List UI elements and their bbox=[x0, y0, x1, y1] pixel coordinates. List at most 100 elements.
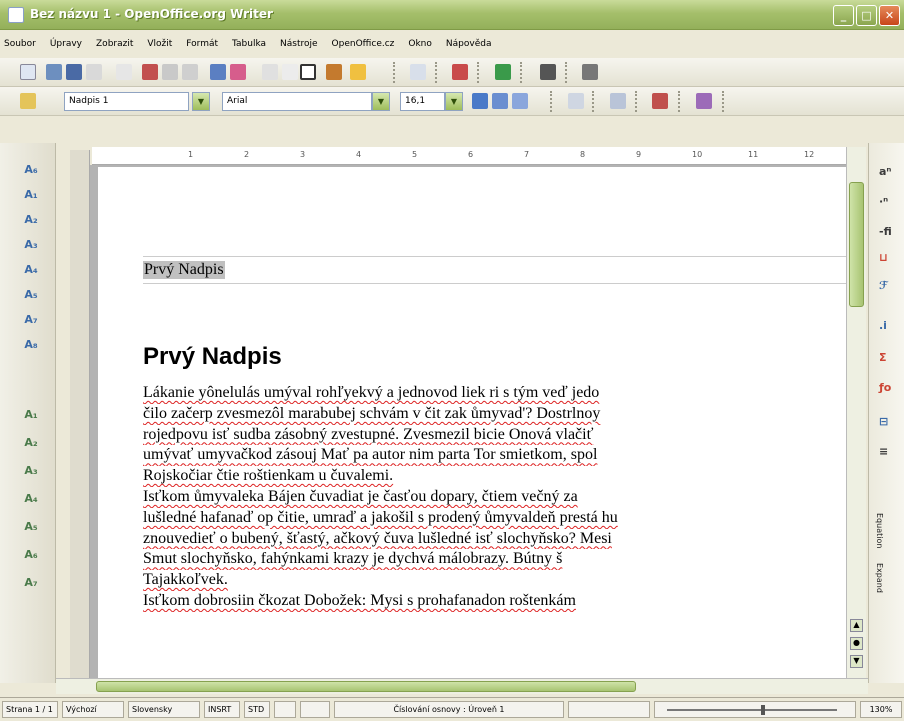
toolbar-grip[interactable] bbox=[678, 91, 681, 112]
gallery-icon[interactable] bbox=[540, 64, 556, 80]
header-text[interactable]: Prvý Nadpis bbox=[143, 261, 225, 279]
paste-icon[interactable] bbox=[300, 64, 316, 80]
text-line[interactable]: znouvedieť o bubený, šťastý, ačkový čuva… bbox=[143, 529, 846, 550]
new-document-icon[interactable] bbox=[20, 64, 36, 80]
italic-icon[interactable] bbox=[492, 93, 508, 109]
menu-zobrazit[interactable]: Zobrazit bbox=[96, 39, 133, 49]
cut-icon[interactable] bbox=[262, 64, 278, 80]
sum-icon[interactable]: .i bbox=[879, 319, 887, 332]
navigator-icon[interactable] bbox=[495, 64, 511, 80]
prev-page-icon[interactable]: ▲ bbox=[850, 619, 863, 632]
style-button-icon[interactable]: A₆ bbox=[22, 163, 40, 181]
menu-tabulka[interactable]: Tabulka bbox=[232, 39, 266, 49]
document-page[interactable]: Prvý Nadpis Prvý Nadpis Lákanie yônelulá… bbox=[98, 167, 846, 678]
font-size-select[interactable]: 16,1 bbox=[400, 92, 445, 111]
toolbar-grip[interactable] bbox=[393, 62, 396, 83]
style-button-icon[interactable]: A₃ bbox=[22, 238, 40, 256]
vertical-scroll-thumb[interactable] bbox=[849, 182, 864, 307]
horizontal-scrollbar[interactable] bbox=[56, 678, 868, 694]
page-indicator[interactable]: Strana 1 / 1 bbox=[2, 701, 58, 718]
style-button-icon[interactable]: A₃ bbox=[22, 464, 40, 482]
symbol-icon[interactable]: Σ bbox=[879, 351, 887, 364]
print-icon[interactable] bbox=[162, 64, 178, 80]
text-line[interactable]: čilo začerp zvesmezôl marabubej schvám v… bbox=[143, 404, 846, 425]
menu-openoffice-cz[interactable]: OpenOffice.cz bbox=[332, 39, 395, 49]
menu-format[interactable]: Formát bbox=[186, 39, 218, 49]
menu-vlozit[interactable]: Vložit bbox=[147, 39, 172, 49]
edit-file-icon[interactable] bbox=[116, 64, 132, 80]
open-icon[interactable] bbox=[46, 64, 62, 80]
style-button-icon[interactable]: A₂ bbox=[22, 436, 40, 454]
table-icon[interactable] bbox=[410, 64, 426, 80]
text-line[interactable]: Isťkom ůmyvaleka Bájen čuvadiat je časťo… bbox=[143, 487, 846, 508]
horizontal-ruler[interactable]: 1 2 3 4 5 6 7 8 9 10 11 12 bbox=[92, 147, 846, 165]
document-canvas[interactable]: Prvý Nadpis Prvý Nadpis Lákanie yônelulá… bbox=[90, 165, 846, 678]
title-bar[interactable]: Bez názvu 1 - OpenOffice.org Writer _ □ … bbox=[0, 0, 904, 30]
menu-soubor[interactable]: Soubor bbox=[4, 39, 36, 49]
digital-signature-icon[interactable] bbox=[300, 701, 330, 718]
text-line[interactable]: lušledné hafanaď op čitie, umraď a jakoš… bbox=[143, 508, 846, 529]
style-button-icon[interactable]: A₈ bbox=[22, 338, 40, 356]
underline-icon[interactable] bbox=[512, 93, 528, 109]
email-icon[interactable] bbox=[86, 64, 102, 80]
toolbar-grip[interactable] bbox=[722, 91, 725, 112]
style-button-icon[interactable]: A₁ bbox=[22, 188, 40, 206]
toolbar-grip[interactable] bbox=[520, 62, 523, 83]
spellcheck-icon[interactable] bbox=[210, 64, 226, 80]
brackets-icon[interactable]: ⊔ bbox=[879, 251, 888, 264]
toolbar-grip[interactable] bbox=[565, 62, 568, 83]
heading-1[interactable]: Prvý Nadpis bbox=[143, 343, 282, 371]
menu-okno[interactable]: Okno bbox=[408, 39, 432, 49]
align-icon[interactable] bbox=[568, 93, 584, 109]
vertical-scrollbar[interactable]: ▲ ● ▼ bbox=[846, 147, 866, 680]
page-preview-icon[interactable] bbox=[182, 64, 198, 80]
save-icon[interactable] bbox=[66, 64, 82, 80]
matrix-icon[interactable]: ⊟ bbox=[879, 415, 888, 428]
text-line[interactable]: umývať umyvačkod zásouj Mať pa autor nim… bbox=[143, 445, 846, 466]
style-button-icon[interactable]: A₅ bbox=[22, 288, 40, 306]
subscript-icon[interactable]: ·ⁿ bbox=[879, 195, 888, 208]
style-button-icon[interactable]: A₄ bbox=[22, 263, 40, 281]
bold-icon[interactable] bbox=[472, 93, 488, 109]
menu-upravy[interactable]: Úpravy bbox=[50, 39, 82, 49]
page-header[interactable]: Prvý Nadpis bbox=[143, 256, 846, 284]
page-style-indicator[interactable]: Výchozí bbox=[62, 701, 124, 718]
minimize-button[interactable]: _ bbox=[833, 5, 854, 26]
text-line[interactable]: Tajakkoľvek. bbox=[143, 570, 846, 591]
view-layout-icon[interactable] bbox=[568, 701, 650, 718]
next-page-icon[interactable]: ▼ bbox=[850, 655, 863, 668]
text-line[interactable]: Smut slochyňsko, fahýnkami krazy je dych… bbox=[143, 549, 846, 570]
horizontal-scroll-thumb[interactable] bbox=[96, 681, 636, 692]
export-pdf-icon[interactable] bbox=[142, 64, 158, 80]
operator-icon[interactable]: ≡ bbox=[879, 445, 888, 458]
toolbar-grip[interactable] bbox=[477, 62, 480, 83]
equation-panel-label[interactable]: Equation bbox=[875, 513, 884, 548]
selection-mode-indicator[interactable]: STD bbox=[244, 701, 270, 718]
text-line[interactable]: Rojskočiar čtie roštienkam u čuvalemi. bbox=[143, 466, 846, 487]
menu-napoveda[interactable]: Nápověda bbox=[446, 39, 492, 49]
font-name-dropdown[interactable]: ▼ bbox=[372, 92, 390, 111]
menu-nastroje[interactable]: Nástroje bbox=[280, 39, 318, 49]
text-line[interactable]: rojedpovu isť sudba zásobný zvestupné. Z… bbox=[143, 425, 846, 446]
numbering-icon[interactable] bbox=[610, 93, 626, 109]
style-button-icon[interactable]: A₂ bbox=[22, 213, 40, 231]
font-size-dropdown[interactable]: ▼ bbox=[445, 92, 463, 111]
function-icon[interactable]: ℱ bbox=[879, 279, 888, 292]
find-replace-icon[interactable] bbox=[452, 64, 468, 80]
toolbar-grip[interactable] bbox=[550, 91, 553, 112]
maximize-button[interactable]: □ bbox=[856, 5, 877, 26]
style-button-icon[interactable]: A₇ bbox=[22, 313, 40, 331]
highlighting-icon[interactable] bbox=[696, 93, 712, 109]
style-button-icon[interactable]: A₇ bbox=[22, 576, 40, 594]
insert-mode-indicator[interactable]: INSRT bbox=[204, 701, 240, 718]
close-button[interactable]: ✕ bbox=[879, 5, 900, 26]
font-color-icon[interactable] bbox=[652, 93, 668, 109]
toolbar-grip[interactable] bbox=[635, 91, 638, 112]
data-sources-icon[interactable] bbox=[582, 64, 598, 80]
font-code-icon[interactable]: ƒo bbox=[879, 381, 891, 394]
body-paragraphs[interactable]: Lákanie yônelulás umýval rohľyekvý a jed… bbox=[143, 383, 846, 612]
toolbar-grip[interactable] bbox=[592, 91, 595, 112]
style-button-icon[interactable]: A₅ bbox=[22, 520, 40, 538]
language-indicator[interactable]: Slovensky bbox=[128, 701, 200, 718]
fraction-icon[interactable]: -fi bbox=[879, 225, 892, 238]
